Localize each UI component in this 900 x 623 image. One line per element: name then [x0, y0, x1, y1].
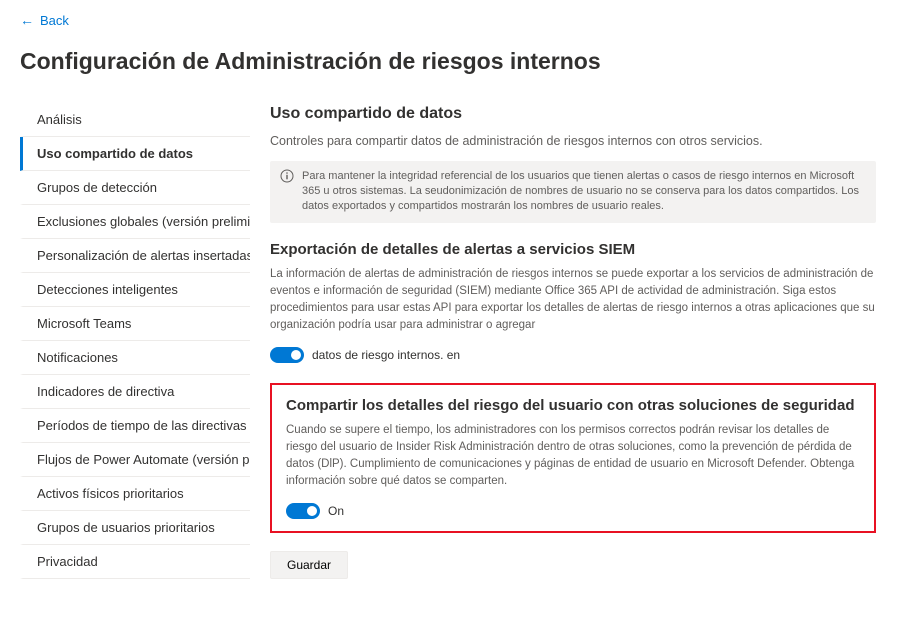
toggle-knob — [291, 350, 301, 360]
sidebar-item-grupos-deteccion[interactable]: Grupos de detección — [20, 171, 250, 205]
sidebar-item-exclusiones-globales[interactable]: Exclusiones globales (versión preliminar… — [20, 205, 250, 239]
sidebar-item-indicadores-directiva[interactable]: Indicadores de directiva — [20, 375, 250, 409]
sidebar-item-power-automate[interactable]: Flujos de Power Automate (versión prelim… — [20, 443, 250, 477]
sidebar-item-activos-fisicos[interactable]: Activos físicos prioritarios — [20, 477, 250, 511]
sidebar-item-privacidad[interactable]: Privacidad — [20, 545, 250, 579]
sidebar-item-notificaciones[interactable]: Notificaciones — [20, 341, 250, 375]
info-icon — [280, 169, 294, 188]
share-risk-toggle[interactable] — [286, 503, 320, 519]
page-title: Configuración de Administración de riesg… — [0, 40, 900, 95]
sidebar-item-analisis[interactable]: Análisis — [20, 103, 250, 137]
highlighted-section: Compartir los detalles del riesgo del us… — [270, 383, 876, 533]
sidebar-item-microsoft-teams[interactable]: Microsoft Teams — [20, 307, 250, 341]
section1-title: Uso compartido de datos — [270, 105, 876, 123]
siem-export-toggle[interactable] — [270, 347, 304, 363]
sidebar-item-detecciones-inteligentes[interactable]: Detecciones inteligentes — [20, 273, 250, 307]
share-risk-toggle-label: On — [328, 504, 344, 518]
section3-body: Cuando se supere el tiempo, los administ… — [286, 422, 860, 491]
content: Uso compartido de datos Controles para c… — [250, 95, 880, 579]
save-button[interactable]: Guardar — [270, 551, 348, 579]
sidebar-item-periodos-tiempo[interactable]: Períodos de tiempo de las directivas — [20, 409, 250, 443]
siem-toggle-label: datos de riesgo internos. en — [312, 348, 460, 362]
section2-body: La información de alertas de administrac… — [270, 266, 876, 335]
section1-subtitle: Controles para compartir datos de admini… — [270, 133, 876, 151]
sidebar: Análisis Uso compartido de datos Grupos … — [20, 95, 250, 579]
section3-title: Compartir los detalles del riesgo del us… — [286, 397, 860, 414]
back-link[interactable]: ← Back — [0, 0, 900, 40]
info-text: Para mantener la integridad referencial … — [302, 169, 866, 215]
sidebar-item-uso-compartido[interactable]: Uso compartido de datos — [20, 137, 250, 171]
sidebar-item-personalizacion-alertas[interactable]: Personalización de alertas insertadas — [20, 239, 250, 273]
info-box: Para mantener la integridad referencial … — [270, 161, 876, 223]
toggle-knob — [307, 506, 317, 516]
sidebar-item-grupos-usuarios[interactable]: Grupos de usuarios prioritarios — [20, 511, 250, 545]
back-label: Back — [40, 13, 69, 28]
section2-title: Exportación de detalles de alertas a ser… — [270, 241, 876, 258]
arrow-left-icon: ← — [20, 12, 34, 28]
